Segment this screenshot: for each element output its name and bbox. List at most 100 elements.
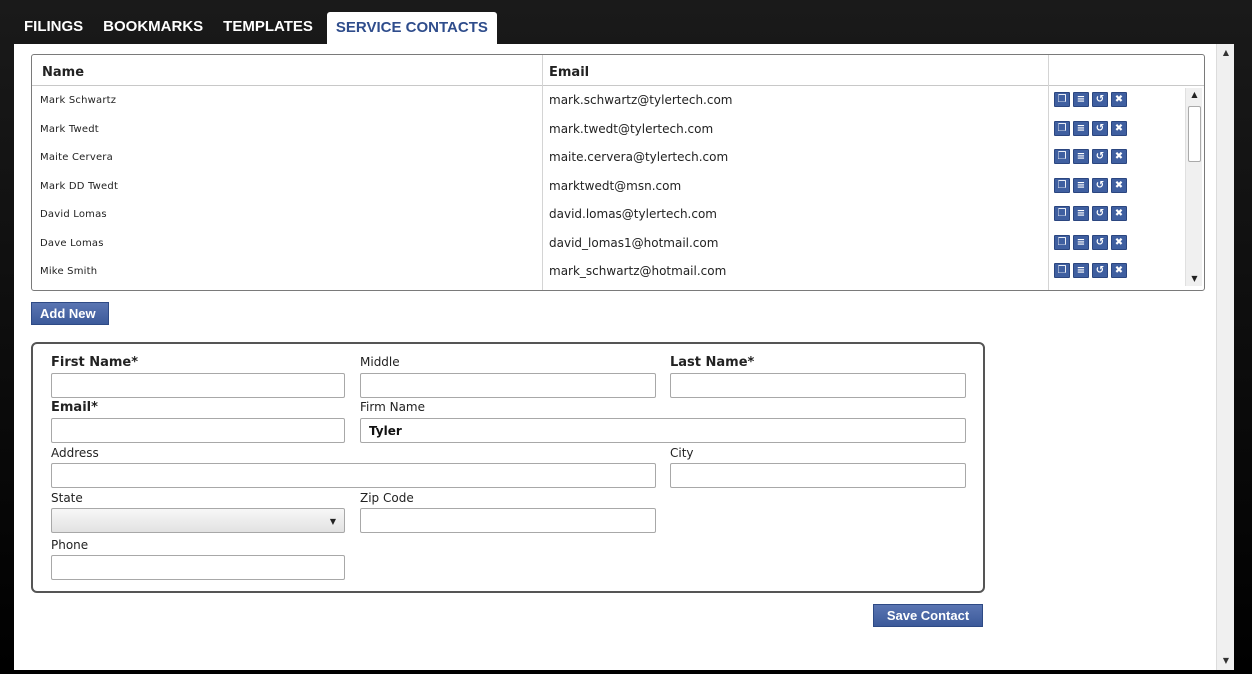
firm-name-label: Firm Name [360,400,425,414]
row-actions: ❐ ≡ ↺ ✖ [1054,120,1127,136]
contact-name: David Lomas [40,209,107,220]
contact-email: maite.cervera@tylertech.com [549,150,729,164]
row-actions: ❐ ≡ ↺ ✖ [1054,149,1127,164]
undo-button[interactable]: ↺ [1092,234,1108,250]
contact-email: david_lomas1@hotmail.com [549,235,719,250]
contact-name: Mike Smith [40,266,98,277]
copy-button[interactable]: ❐ [1054,206,1070,221]
details-button[interactable]: ≡ [1073,177,1089,193]
contact-name: Maite Cervera [40,152,113,163]
scroll-up-icon[interactable]: ▲ [1186,88,1203,102]
row-actions: ❐ ≡ ↺ ✖ [1054,92,1127,107]
email-label: Email* [51,400,98,415]
phone-field[interactable] [51,555,345,580]
copy-icon: ❐ [1057,208,1067,219]
copy-button[interactable]: ❐ [1054,149,1070,164]
scroll-down-icon[interactable]: ▼ [1186,272,1203,286]
tab-bookmarks[interactable]: BOOKMARKS [93,18,213,44]
copy-icon: ❐ [1057,179,1067,191]
middle-name-field[interactable] [360,373,656,398]
delete-icon: ✖ [1114,236,1124,248]
details-button[interactable]: ≡ [1073,263,1089,278]
delete-button[interactable]: ✖ [1111,206,1127,221]
table-row[interactable]: Mike Smith mark_schwartz@hotmail.com ❐ ≡ ↺ ✖ [32,257,1188,286]
undo-button[interactable]: ↺ [1092,120,1108,136]
add-new-button[interactable]: Add New [31,302,109,325]
scroll-up-icon[interactable]: ▲ [1217,46,1235,60]
table-row[interactable]: Mark DD Twedt marktwedt@msn.com ❐ ≡ ↺ ✖ [32,172,1188,201]
copy-button[interactable]: ❐ [1054,177,1070,193]
copy-icon: ❐ [1057,122,1067,134]
details-button[interactable]: ≡ [1073,206,1089,221]
copy-icon: ❐ [1057,265,1067,276]
delete-button[interactable]: ✖ [1111,177,1127,193]
middle-name-label: Middle [360,355,400,369]
save-contact-button[interactable]: Save Contact [873,604,983,627]
copy-button[interactable]: ❐ [1054,263,1070,278]
table-row[interactable]: Mark Twedt mark.twedt@tylertech.com ❐ ≡ ↺ ✖ [32,115,1188,144]
table-row[interactable]: David Lomas david.lomas@tylertech.com ❐ ≡ ↺ ✖ [32,200,1188,229]
tab-templates[interactable]: TEMPLATES [213,18,323,44]
delete-button[interactable]: ✖ [1111,120,1127,136]
details-button[interactable]: ≡ [1073,149,1089,164]
details-button[interactable]: ≡ [1073,120,1089,136]
delete-button[interactable]: ✖ [1111,92,1127,107]
undo-icon: ↺ [1095,265,1105,276]
first-name-label: First Name* [51,355,139,370]
delete-button[interactable]: ✖ [1111,263,1127,278]
zip-code-field[interactable] [360,508,656,533]
undo-button[interactable]: ↺ [1092,263,1108,278]
details-button[interactable]: ≡ [1073,234,1089,250]
firm-name-field[interactable] [360,418,966,443]
delete-icon: ✖ [1114,208,1124,219]
last-name-label: Last Name* [670,355,755,370]
table-row[interactable]: Mark Schwartz mark.schwartz@tylertech.com… [32,86,1188,115]
details-icon: ≡ [1076,208,1086,219]
table-row[interactable]: Maite Cervera maite.cervera@tylertech.com… [32,143,1188,172]
chevron-down-icon: ▼ [329,517,336,526]
contact-name: Mark Schwartz [40,95,117,106]
details-icon: ≡ [1076,122,1086,134]
row-actions: ❐ ≡ ↺ ✖ [1054,177,1127,193]
contact-email: mark_schwartz@hotmail.com [549,264,727,278]
undo-button[interactable]: ↺ [1092,177,1108,193]
scroll-down-icon[interactable]: ▼ [1217,654,1235,668]
phone-label: Phone [51,538,89,552]
details-icon: ≡ [1076,236,1086,248]
delete-button[interactable]: ✖ [1111,234,1127,250]
copy-icon: ❐ [1057,94,1067,105]
undo-icon: ↺ [1095,151,1105,162]
delete-button[interactable]: ✖ [1111,149,1127,164]
copy-button[interactable]: ❐ [1054,234,1070,250]
page-scrollbar[interactable]: ▲ ▼ [1216,44,1234,670]
undo-icon: ↺ [1095,236,1105,248]
copy-button[interactable]: ❐ [1054,120,1070,136]
state-select[interactable]: ▼ [51,508,345,533]
copy-button[interactable]: ❐ [1054,92,1070,107]
tab-bar: FILINGS BOOKMARKS TEMPLATES SERVICE CONT… [14,10,1252,44]
details-icon: ≡ [1076,94,1086,105]
undo-button[interactable]: ↺ [1092,149,1108,164]
undo-icon: ↺ [1095,122,1105,134]
details-icon: ≡ [1076,179,1086,191]
details-icon: ≡ [1076,151,1086,162]
undo-button[interactable]: ↺ [1092,206,1108,221]
scroll-thumb[interactable] [1188,106,1201,162]
delete-icon: ✖ [1114,122,1124,134]
undo-button[interactable]: ↺ [1092,92,1108,107]
tab-service-contacts[interactable]: SERVICE CONTACTS [326,12,497,44]
tab-filings[interactable]: FILINGS [14,18,93,44]
address-field[interactable] [51,463,656,488]
table-scrollbar[interactable]: ▲ ▼ [1185,88,1202,286]
contact-name: Mark Twedt [40,123,99,135]
delete-icon: ✖ [1114,151,1124,162]
details-button[interactable]: ≡ [1073,92,1089,107]
email-column-header: Email [549,65,590,80]
city-field[interactable] [670,463,966,488]
delete-icon: ✖ [1114,179,1124,191]
first-name-field[interactable] [51,373,345,398]
table-row[interactable]: Dave Lomas david_lomas1@hotmail.com ❐ ≡ ↺ ✖ [32,229,1188,258]
contact-email: mark.schwartz@tylertech.com [549,93,733,107]
email-field[interactable] [51,418,345,443]
last-name-field[interactable] [670,373,966,398]
